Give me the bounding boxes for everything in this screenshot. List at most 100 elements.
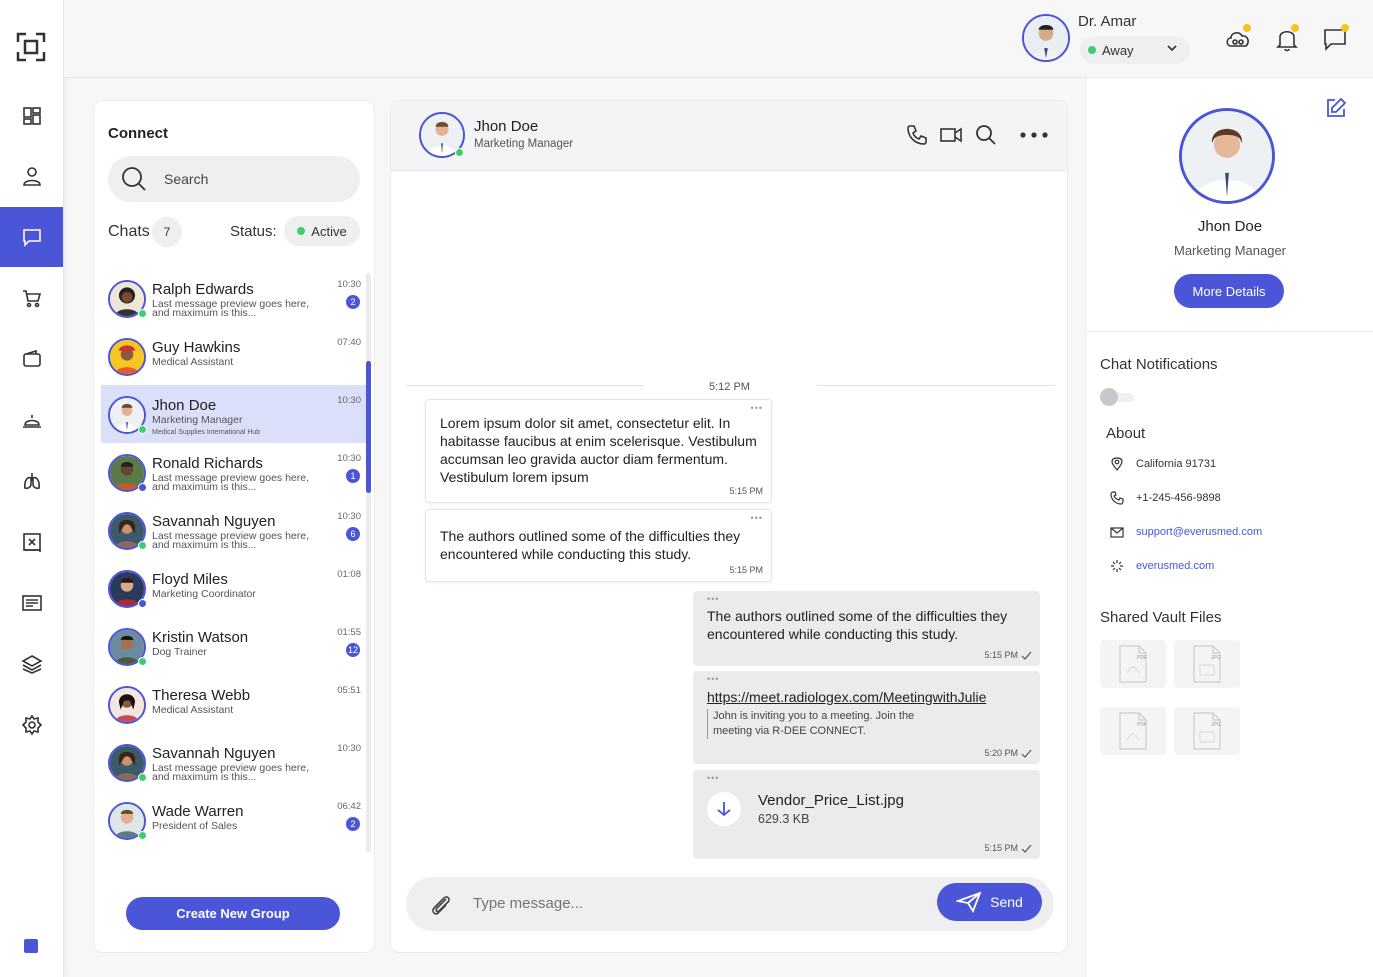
chat-item[interactable]: Guy Hawkins Medical Assistant 07:40 [101,327,369,385]
meeting-link[interactable]: https://meet.radiologex.com/MeetingwithJ… [707,689,986,705]
chat-item[interactable]: Ronald Richards Last message preview goe… [101,443,369,501]
online-dot [138,773,147,782]
chats-label: Chats [108,223,150,240]
incoming-message[interactable]: ••• Lorem ipsum dolor sit amet, consecte… [425,399,772,503]
wallet-icon [22,349,41,367]
chat-item[interactable]: Theresa Webb Medical Assistant 05:51 [101,675,369,733]
sidebar-item-layers[interactable] [0,634,63,694]
video-icon[interactable] [939,123,963,147]
message-composer: Send [406,877,1054,931]
contact-name: Savannah Nguyen [152,745,276,762]
phone-icon [1110,491,1124,505]
vault-file-jpg[interactable]: JPG [1174,707,1240,755]
chat-item[interactable]: Savannah Nguyen Last message preview goe… [101,733,369,791]
message-time: 10:30 [337,743,361,754]
chat-item[interactable]: Savannah Nguyen Last message preview goe… [101,501,369,559]
chat-list-scrollbar[interactable] [366,273,371,853]
message-time: 10:30 [337,279,361,290]
chat-item[interactable]: Wade Warren President of Sales 06:42 2 [101,791,369,849]
link-preview: John is inviting you to a meeting. Join … [707,709,937,739]
outgoing-message-file[interactable]: ••• Vendor_Price_List.jpg 629.3 KB 5:15 … [693,770,1040,859]
chat-list-panel: Connect Search Chats 7 Status: Active Ra… [93,100,375,953]
incoming-message[interactable]: ••• The authors outlined some of the dif… [425,509,772,582]
search-icon[interactable] [974,123,998,147]
chat-item[interactable]: Kristin Watson Dog Trainer 01:55 12 [101,617,369,675]
svg-text:PDF: PDF [1137,655,1147,661]
notifications-toggle[interactable] [1100,388,1136,406]
vault-file-pdf[interactable]: PDF [1100,640,1166,688]
download-button[interactable] [707,792,741,826]
unread-badge: 2 [346,295,360,309]
notification-dot [1341,24,1349,32]
contact-name: Floyd Miles [152,571,228,588]
send-button[interactable]: Send [937,883,1042,921]
message-time: 5:15 PM [984,650,1018,660]
unread-badge: 2 [346,817,360,831]
message-text: The authors outlined some of the difficu… [707,608,1008,642]
contact-name: Kristin Watson [152,629,249,646]
create-group-button[interactable]: Create New Group [126,897,340,930]
message-input[interactable] [473,895,893,912]
file-size: 629.3 KB [758,812,810,826]
sidebar-item-dashboard[interactable] [0,86,63,146]
cart-icon [22,290,41,308]
more-details-button[interactable]: More Details [1174,274,1284,308]
website-link[interactable]: everusmed.com [1136,560,1214,572]
message-time: 5:20 PM [984,748,1018,758]
about-website[interactable]: everusmed.com [1110,556,1214,576]
online-dot [138,309,147,318]
contact-name: Savannah Nguyen [152,513,276,530]
conversation-role: Marketing Manager [474,138,574,150]
phone-text: +1-245-456-9898 [1136,492,1221,504]
edit-icon[interactable] [1324,96,1348,120]
more-options-icon[interactable] [1018,123,1050,147]
outgoing-message[interactable]: ••• The authors outlined some of the dif… [693,591,1040,666]
file-name: Vendor_Price_List.jpg [758,792,904,809]
message-menu-icon[interactable]: ••• [707,773,719,783]
vault-title: Shared Vault Files [1100,609,1222,626]
chat-item-active[interactable]: Jhon Doe Marketing Manager Medical Suppl… [101,385,369,443]
message-menu-icon[interactable]: ••• [751,513,763,523]
sidebar-item-settings[interactable] [0,695,63,755]
email-link[interactable]: support@everusmed.com [1136,526,1262,538]
conversation-panel: Jhon Doe Marketing Manager 5:12 PM ••• L… [390,100,1068,953]
location-pin-icon [1111,457,1123,471]
sidebar-item-xray[interactable] [0,512,63,572]
sidebar-item-services[interactable] [0,390,63,450]
chat-list: Ralph Edwards Last message preview goes … [94,269,369,849]
about-email[interactable]: support@everusmed.com [1110,522,1262,542]
vault-file-jpg[interactable]: JPG [1174,640,1240,688]
jpg-file-icon: JPG [1193,712,1221,750]
scrollbar-thumb[interactable] [366,361,371,493]
vault-file-pdf[interactable]: PDF [1100,707,1166,755]
status-select[interactable]: Active [284,216,360,246]
phone-icon[interactable] [905,123,929,147]
sidebar-item-lungs[interactable] [0,451,63,511]
user-avatar[interactable] [1022,14,1070,62]
message-menu-icon[interactable]: ••• [751,403,763,413]
message-menu-icon[interactable]: ••• [707,594,719,604]
globe-icon [1111,560,1123,572]
app-logo-icon[interactable] [14,30,48,64]
sidebar-item-wallet[interactable] [0,329,63,389]
svg-text:JPG: JPG [1211,655,1221,661]
collapse-icon[interactable] [24,939,38,953]
chevron-down-icon[interactable] [1165,41,1179,55]
top-bar: Dr. Amar Away [64,0,1373,78]
chat-item[interactable]: Ralph Edwards Last message preview goes … [101,269,369,327]
sidebar-item-cart[interactable] [0,268,63,328]
search-input[interactable]: Search [108,156,360,202]
contact-company: Medical Supplies International Hub [152,429,261,436]
sidebar-item-chat[interactable] [0,207,63,267]
attachment-icon[interactable] [428,892,454,918]
message-menu-icon[interactable]: ••• [707,674,719,684]
pdf-file-icon: PDF [1119,712,1147,750]
message-time: 01:55 [337,627,361,638]
online-dot [138,541,147,550]
sidebar-item-profile[interactable] [0,146,63,206]
contact-name: Theresa Webb [152,687,251,704]
message-time: 5:15 PM [729,565,763,575]
sidebar-item-records[interactable] [0,573,63,633]
outgoing-message-link[interactable]: ••• https://meet.radiologex.com/Meetingw… [693,671,1040,764]
chat-item[interactable]: Floyd Miles Marketing Coordinator 01:08 [101,559,369,617]
